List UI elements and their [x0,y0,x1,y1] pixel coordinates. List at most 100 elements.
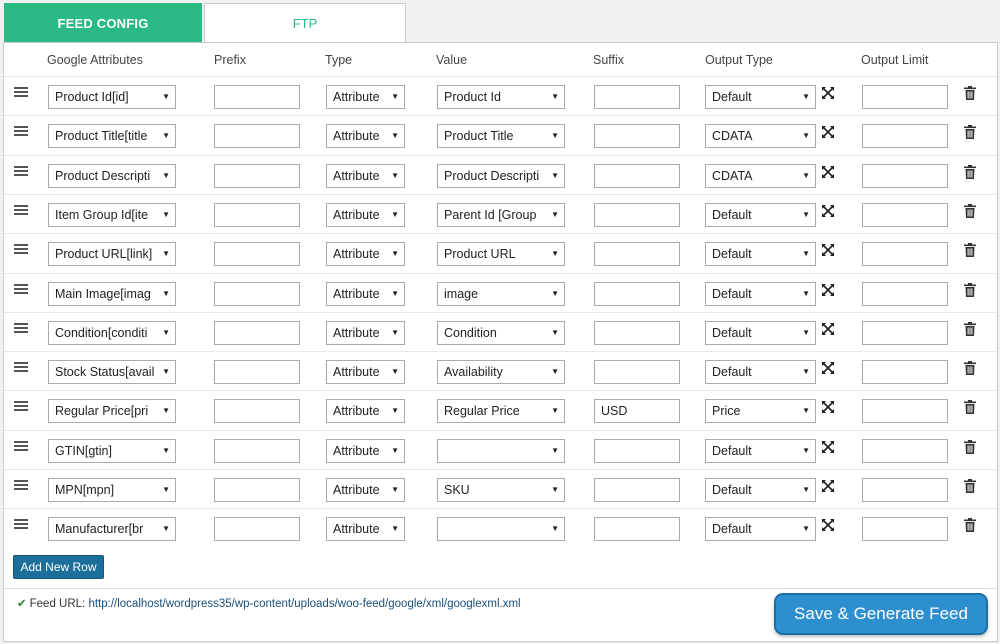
type-select[interactable]: Attribute ▼ [326,399,405,424]
type-select[interactable]: Attribute ▼ [326,242,405,267]
expand-icon[interactable] [821,243,835,257]
prefix-input[interactable] [214,202,300,227]
prefix-input[interactable] [214,124,300,149]
value-select[interactable]: Product Title ▼ [437,124,565,149]
drag-handle-icon[interactable] [14,87,28,97]
output-type-select[interactable]: Default ▼ [705,320,816,345]
expand-icon[interactable] [821,125,835,139]
suffix-input[interactable] [594,438,680,463]
output-type-select[interactable]: Default ▼ [705,202,816,227]
suffix-input[interactable] [594,163,680,188]
expand-icon[interactable] [821,361,835,375]
suffix-input[interactable] [594,478,680,502]
drag-handle-icon[interactable] [14,126,28,137]
prefix-input[interactable] [214,517,300,542]
expand-icon[interactable] [821,204,835,218]
trash-icon[interactable] [964,125,976,140]
output-limit-input[interactable] [862,242,948,267]
output-type-select[interactable]: Default ▼ [705,85,816,109]
save-generate-feed-button[interactable]: Save & Generate Feed [774,593,988,635]
drag-handle-icon[interactable] [14,322,28,333]
expand-icon[interactable] [821,86,835,100]
output-limit-input[interactable] [862,360,948,385]
drag-handle-icon[interactable] [14,362,28,373]
trash-icon[interactable] [964,518,976,533]
trash-icon[interactable] [964,321,976,336]
suffix-input[interactable]: USD [594,399,680,424]
google-attribute-select[interactable]: Product URL[link] ▼ [48,242,176,267]
google-attribute-select[interactable]: Product Id[id] ▼ [48,85,176,109]
output-type-select[interactable]: Default ▼ [705,242,816,267]
trash-icon[interactable] [964,439,976,454]
drag-handle-icon[interactable] [14,440,28,451]
output-type-select[interactable]: Default ▼ [705,360,816,385]
value-select[interactable]: Regular Price ▼ [437,399,565,424]
output-limit-input[interactable] [862,85,948,109]
type-select[interactable]: Attribute ▼ [326,202,405,227]
drag-handle-icon[interactable] [14,283,28,294]
expand-icon[interactable] [821,322,835,336]
value-select[interactable]: Parent Id [Group ▼ [437,202,565,227]
google-attribute-select[interactable]: Product Descripti ▼ [48,163,176,188]
tab-feed-config[interactable]: FEED CONFIG [4,3,202,43]
suffix-input[interactable] [594,242,680,267]
prefix-input[interactable] [214,242,300,267]
expand-icon[interactable] [821,400,835,414]
output-type-select[interactable]: Default ▼ [705,478,816,502]
output-limit-input[interactable] [862,281,948,306]
output-type-select[interactable]: Default ▼ [705,438,816,463]
trash-icon[interactable] [964,203,976,218]
suffix-input[interactable] [594,517,680,542]
value-select[interactable]: Product URL ▼ [437,242,565,267]
drag-handle-icon[interactable] [14,244,28,255]
prefix-input[interactable] [214,85,300,109]
google-attribute-select[interactable]: MPN[mpn] ▼ [48,478,176,502]
google-attribute-select[interactable]: Stock Status[avail ▼ [48,360,176,385]
value-select[interactable]: ▼ [437,438,565,463]
type-select[interactable]: Attribute ▼ [326,85,405,109]
google-attribute-select[interactable]: Regular Price[pri ▼ [48,399,176,424]
prefix-input[interactable] [214,399,300,424]
type-select[interactable]: Attribute ▼ [326,517,405,542]
output-limit-input[interactable] [862,517,948,542]
add-new-row-button[interactable]: Add New Row [13,555,104,579]
output-limit-input[interactable] [862,320,948,345]
suffix-input[interactable] [594,124,680,149]
output-type-select[interactable]: Default ▼ [705,517,816,542]
prefix-input[interactable] [214,360,300,385]
prefix-input[interactable] [214,478,300,502]
expand-icon[interactable] [821,518,835,532]
expand-icon[interactable] [821,283,835,297]
prefix-input[interactable] [214,438,300,463]
suffix-input[interactable] [594,320,680,345]
google-attribute-select[interactable]: Condition[conditi ▼ [48,320,176,345]
trash-icon[interactable] [964,243,976,258]
prefix-input[interactable] [214,281,300,306]
suffix-input[interactable] [594,202,680,227]
suffix-input[interactable] [594,85,680,109]
drag-handle-icon[interactable] [14,204,28,215]
prefix-input[interactable] [214,320,300,345]
value-select[interactable]: SKU ▼ [437,478,565,502]
expand-icon[interactable] [821,479,835,493]
trash-icon[interactable] [964,282,976,297]
output-limit-input[interactable] [862,399,948,424]
output-limit-input[interactable] [862,438,948,463]
value-select[interactable]: ▼ [437,517,565,542]
suffix-input[interactable] [594,281,680,306]
expand-icon[interactable] [821,440,835,454]
drag-handle-icon[interactable] [14,519,28,530]
output-type-select[interactable]: CDATA ▼ [705,124,816,149]
value-select[interactable]: image ▼ [437,281,565,306]
google-attribute-select[interactable]: Manufacturer[br ▼ [48,517,176,542]
google-attribute-select[interactable]: GTIN[gtin] ▼ [48,438,176,463]
trash-icon[interactable] [964,361,976,376]
output-type-select[interactable]: Price ▼ [705,399,816,424]
google-attribute-select[interactable]: Main Image[imag ▼ [48,281,176,306]
trash-icon[interactable] [964,164,976,179]
google-attribute-select[interactable]: Item Group Id[ite ▼ [48,202,176,227]
tab-ftp[interactable]: FTP [204,3,406,43]
value-select[interactable]: Condition ▼ [437,320,565,345]
output-type-select[interactable]: Default ▼ [705,281,816,306]
google-attribute-select[interactable]: Product Title[title ▼ [48,124,176,149]
